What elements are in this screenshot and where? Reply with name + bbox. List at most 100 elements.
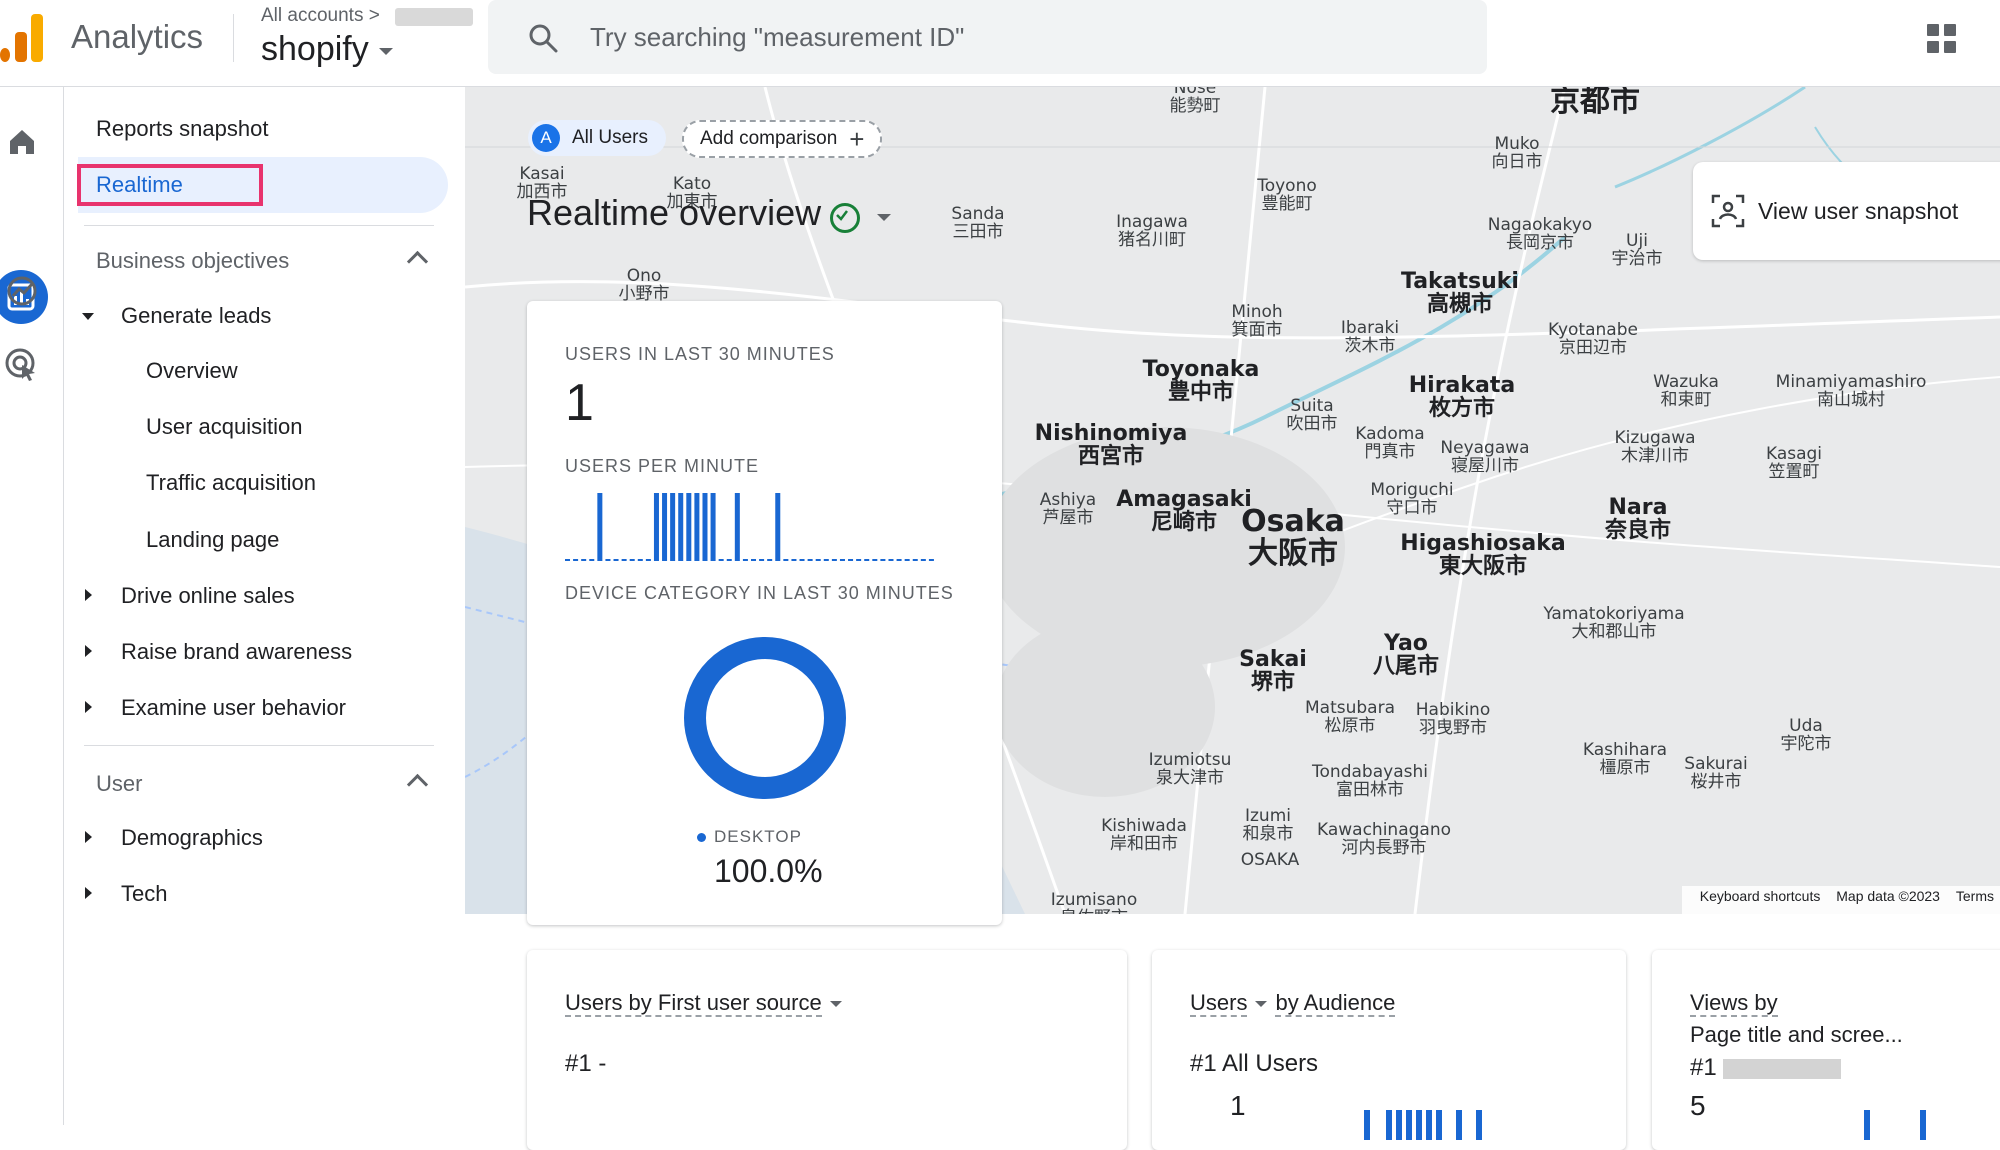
minute-baseline-tick [759,559,765,561]
nav-user-acquisition[interactable]: User acquisition [146,414,303,440]
minute-baseline-tick [896,559,902,561]
nav-examine-user-behavior[interactable]: Examine user behavior [121,695,346,721]
users-per-minute-chart[interactable] [565,491,937,561]
view-user-snapshot-button[interactable]: View user snapshot [1693,162,2000,260]
search-bar[interactable] [488,0,1487,74]
minute-bar[interactable] [670,493,676,559]
chevron-up-icon[interactable] [406,773,429,796]
minute-baseline-tick [928,559,934,561]
views-by-title-line1[interactable]: Views by [1690,990,1778,1017]
map-place-label: Osaka 大阪市 [1241,506,1345,569]
all-users-chip[interactable]: A All Users [528,120,667,156]
nav-raise-brand-awareness[interactable]: Raise brand awareness [121,639,352,665]
place-name-jp: 笠置町 [1768,461,1820,482]
map-place-label: Hirakata 枚方市 [1409,374,1516,420]
map-place-label: Amagasaki 尼崎市 [1116,488,1252,534]
home-icon[interactable] [2,121,42,161]
header-divider [233,14,234,62]
place-name-jp: 奈良市 [1604,518,1672,544]
nav-demographics[interactable]: Demographics [121,825,263,851]
nav-generate-leads[interactable]: Generate leads [121,303,271,329]
top-bar: Analytics All accounts > shopify [0,0,2000,87]
audience-metric-selector[interactable]: Users [1190,990,1248,1017]
nav-tech[interactable]: Tech [121,881,167,907]
reports-nav-panel: Reports snapshot Realtime Business objec… [64,87,464,1125]
map-place-label: Kishiwada 岸和田市 [1101,817,1187,854]
views-by-page-dimension[interactable]: Page title and scree... [1690,1022,1903,1048]
views-by-page-title[interactable]: Views by [1690,990,1778,1017]
property-selector[interactable]: shopify [261,30,393,69]
map-keyboard-shortcuts-link[interactable]: Keyboard shortcuts [1700,888,1821,904]
analytics-logo-icon[interactable] [0,14,44,62]
audience-card-title[interactable]: Users by Audience [1190,990,1396,1017]
minute-bar[interactable] [662,493,668,559]
minute-baseline-tick [807,559,813,561]
minute-baseline-tick [872,559,878,561]
expanded-triangle-icon[interactable] [82,313,94,320]
explore-trend-icon[interactable] [2,271,42,311]
nav-section-business-objectives[interactable]: Business objectives [96,248,289,274]
breadcrumb[interactable]: All accounts > [261,5,380,27]
map-terms-link[interactable]: Terms [1956,888,1994,904]
apps-grid-icon[interactable] [1927,24,1957,54]
map-place-label: Suita 吹田市 [1287,397,1338,434]
first-user-source-title-text[interactable]: Users by First user source [565,990,822,1017]
minute-bar[interactable] [734,493,740,559]
left-rail [0,87,64,1125]
place-name-jp: 守口市 [1386,497,1438,518]
collapsed-triangle-icon[interactable] [85,831,92,843]
minute-bar[interactable] [597,493,603,559]
minute-baseline-tick [856,559,862,561]
collapsed-triangle-icon[interactable] [85,887,92,899]
map-place-label: Nose 能勢町 [1170,87,1221,116]
minute-bar[interactable] [678,493,684,559]
advertising-target-icon[interactable] [2,345,42,385]
minute-baseline-tick [573,559,579,561]
nav-landing-page[interactable]: Landing page [146,527,279,553]
nav-reports-snapshot[interactable]: Reports snapshot [96,116,268,142]
map-place-label: Neyagawa 寝屋川市 [1440,439,1529,476]
chevron-up-icon[interactable] [406,250,429,273]
nav-divider [84,745,434,746]
place-name-en: Hirakata [1408,373,1516,398]
chevron-down-icon [378,47,393,55]
minute-bar[interactable] [694,493,700,559]
minute-bar[interactable] [653,493,659,559]
map-place-label: Nagaokakyo 長岡京市 [1488,216,1592,253]
chevron-down-icon[interactable] [829,1001,842,1008]
nav-section-user[interactable]: User [96,771,142,797]
minute-bar[interactable] [710,493,716,559]
place-name-jp: 茨木市 [1344,335,1396,356]
breadcrumb-all-accounts[interactable]: All accounts [261,5,363,26]
minute-baseline-tick [904,559,910,561]
device-category-donut[interactable] [684,637,846,799]
chevron-down-icon[interactable] [1255,1001,1268,1008]
add-comparison-button[interactable]: Add comparison + [682,120,883,158]
check-circle-icon[interactable] [830,203,860,233]
minute-bar[interactable] [702,493,708,559]
collapsed-triangle-icon[interactable] [85,589,92,601]
minute-bar[interactable] [686,493,692,559]
donut-desktop-arc[interactable] [684,637,846,799]
nav-drive-online-sales[interactable]: Drive online sales [121,583,295,609]
minute-bar[interactable] [775,493,781,559]
place-name-jp: 三田市 [952,221,1004,242]
collapsed-triangle-icon[interactable] [85,645,92,657]
users-last30-value: 1 [565,374,594,432]
rank-value: All Users [1222,1050,1319,1077]
audience-card-title-text: by Audience [1275,990,1396,1017]
collapsed-triangle-icon[interactable] [85,701,92,713]
place-name-jp: 能勢町 [1169,95,1221,116]
map-place-label: Kizugawa 木津川市 [1614,429,1695,466]
minute-baseline-tick [912,559,918,561]
nav-traffic-acquisition[interactable]: Traffic acquisition [146,470,316,496]
minute-baseline-tick [645,559,651,561]
first-user-source-title[interactable]: Users by First user source [565,990,850,1017]
minute-baseline-tick [637,559,643,561]
minute-baseline-tick [920,559,926,561]
search-input[interactable] [588,12,1452,62]
minute-baseline-tick [670,559,676,561]
minute-baseline-tick [565,559,571,561]
chevron-down-icon[interactable] [877,214,891,221]
nav-overview[interactable]: Overview [146,358,238,384]
